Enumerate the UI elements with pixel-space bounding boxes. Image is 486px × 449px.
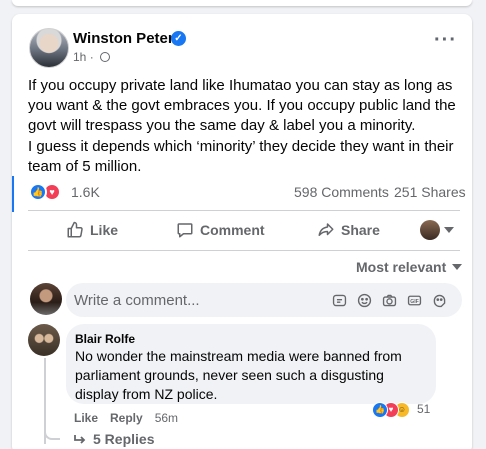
share-label: Share xyxy=(341,222,380,238)
sticker-icon[interactable] xyxy=(331,292,348,309)
divider xyxy=(28,250,460,251)
comment-as-selector[interactable] xyxy=(420,218,456,242)
camera-icon[interactable] xyxy=(381,292,398,309)
share-icon xyxy=(318,223,334,236)
view-replies-link[interactable]: 5 Replies xyxy=(73,431,154,447)
post-paragraph-1: If you occupy private land like Ihumatao… xyxy=(28,77,456,134)
shares-count[interactable]: 251 Shares xyxy=(394,184,466,200)
like-button[interactable]: Like xyxy=(66,221,118,239)
reaction-count[interactable]: 1.6K xyxy=(71,184,100,200)
comment-button[interactable]: Comment xyxy=(176,221,265,239)
comment-text: No wonder the mainstream media were bann… xyxy=(75,348,402,402)
post-time[interactable]: 1h xyxy=(73,50,86,64)
comment-reaction-count[interactable]: 51 xyxy=(417,402,430,416)
author-avatar[interactable] xyxy=(29,28,69,68)
globe-icon xyxy=(100,52,111,62)
like-icon xyxy=(67,221,83,238)
comment-label: Comment xyxy=(200,222,265,238)
comment-actions: Like Reply 56m xyxy=(74,411,178,425)
comment-like-link[interactable]: Like xyxy=(74,411,98,425)
previous-post-card-edge xyxy=(12,0,472,6)
focus-accent-line xyxy=(12,176,14,212)
emoji-icon[interactable] xyxy=(356,292,373,309)
profile-avatar xyxy=(420,220,440,240)
like-label: Like xyxy=(90,222,119,238)
chevron-down-icon xyxy=(452,264,463,270)
thread-hook xyxy=(44,420,60,440)
post-paragraph-2: I guess it depends which ‘minority’ they… xyxy=(28,138,454,175)
svg-text:GIF: GIF xyxy=(410,299,419,305)
comment-input[interactable] xyxy=(74,292,314,309)
commenter-avatar[interactable] xyxy=(28,324,60,356)
sort-label: Most relevant xyxy=(356,259,447,275)
commenter-name[interactable]: Blair Rolfe xyxy=(75,332,135,346)
share-button[interactable]: Share xyxy=(317,221,380,239)
comment-time[interactable]: 56m xyxy=(155,411,178,425)
composer-tools: GIF xyxy=(331,292,448,309)
comment-icon xyxy=(177,223,193,238)
avatar-sticker-icon[interactable] xyxy=(431,292,448,309)
like-reaction-icon: 👍 xyxy=(29,183,47,201)
my-avatar[interactable] xyxy=(30,283,62,315)
replies-label: 5 Replies xyxy=(93,431,155,447)
comment-reply-link[interactable]: Reply xyxy=(110,411,143,425)
post-meta: 1h · xyxy=(73,50,111,64)
more-options-icon[interactable]: ··· xyxy=(434,30,457,50)
verified-badge-icon: ✓ xyxy=(171,31,186,46)
sort-comments-dropdown[interactable]: Most relevant xyxy=(356,259,463,275)
comments-count[interactable]: 598 Comments xyxy=(294,184,389,200)
divider xyxy=(28,210,460,211)
gif-icon[interactable]: GIF xyxy=(406,292,423,309)
chevron-down-icon xyxy=(444,227,454,233)
reply-arrow-icon xyxy=(74,435,86,444)
like-reaction-icon: 👍 xyxy=(372,402,388,418)
author-name[interactable]: Winston Peters xyxy=(73,30,182,47)
